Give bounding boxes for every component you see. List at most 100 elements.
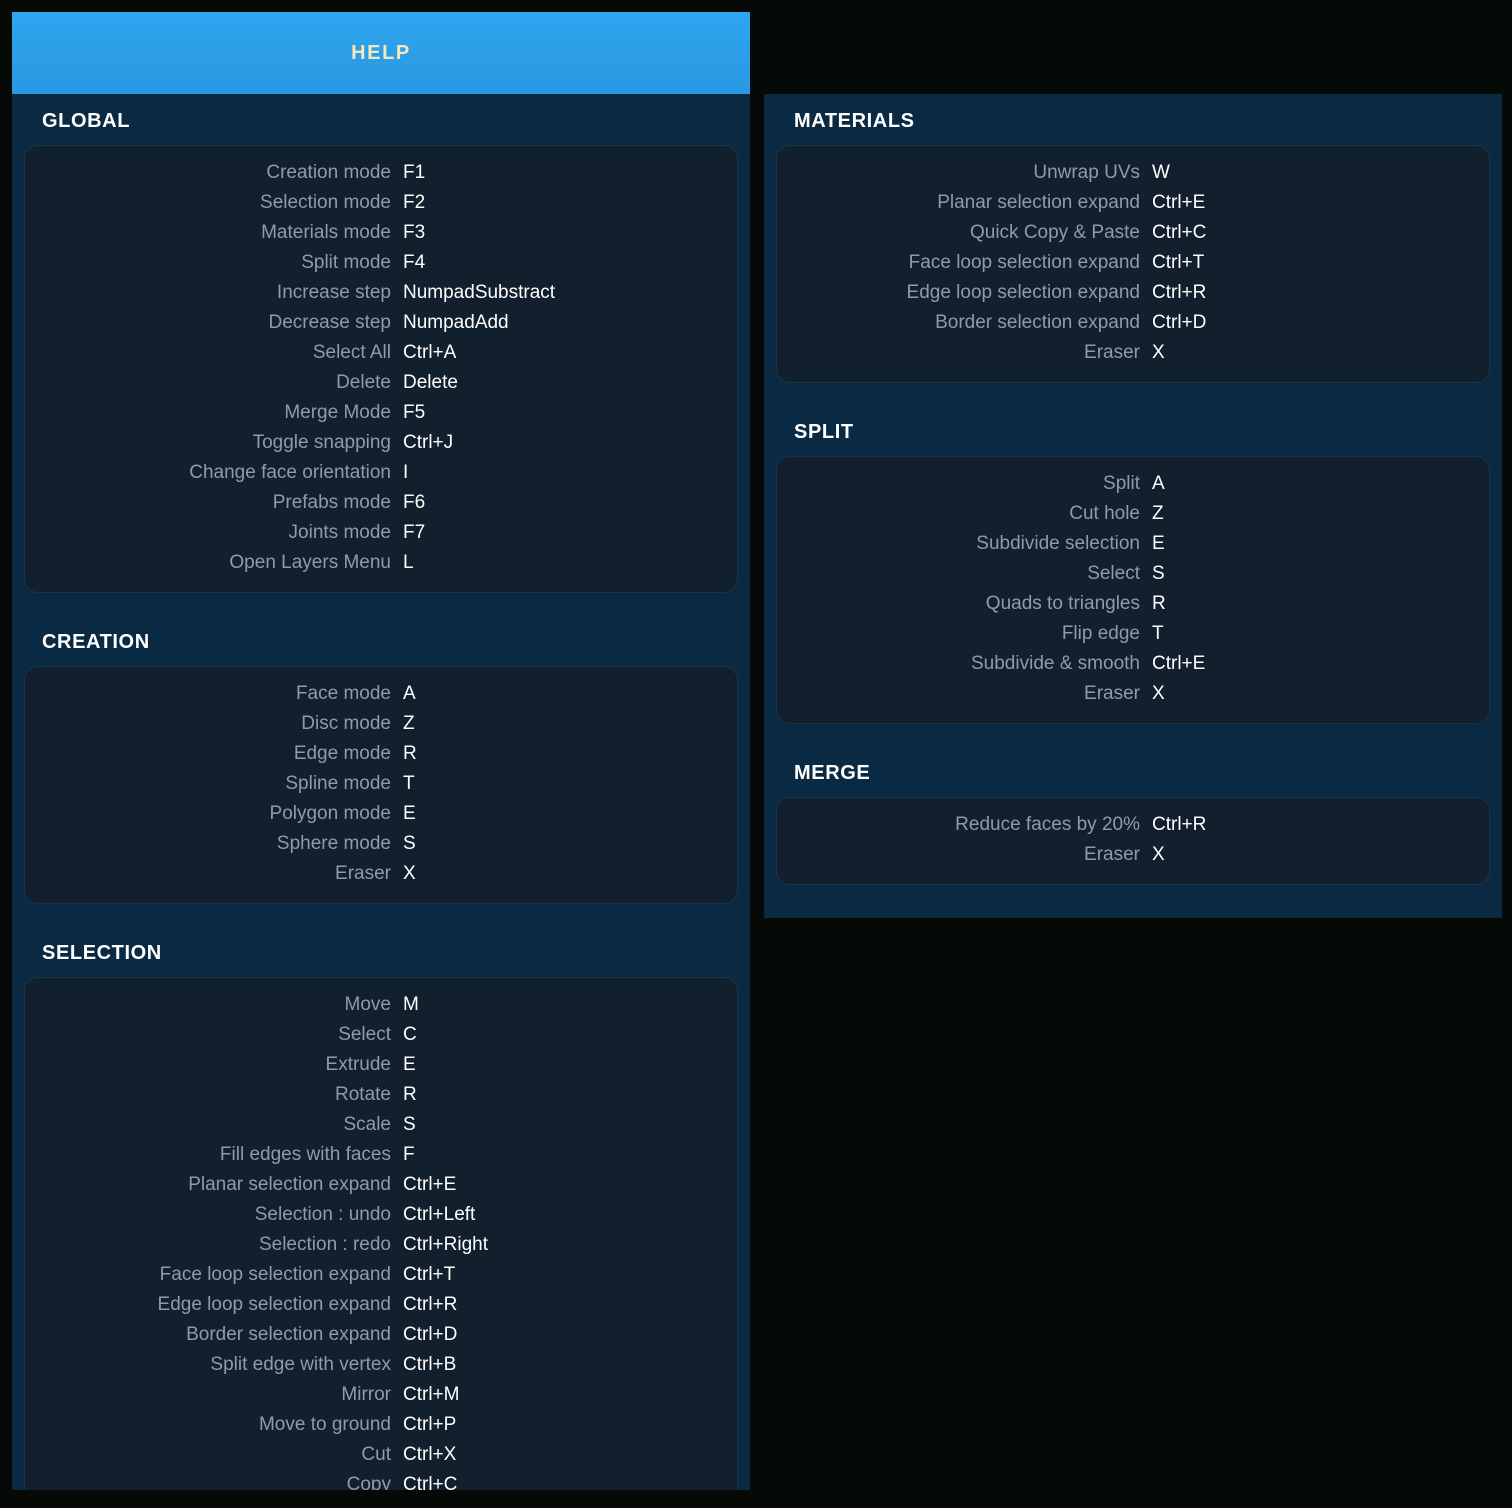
shortcut-action-label: Face mode (295, 683, 391, 704)
shortcut-key-binding: F3 (403, 222, 426, 243)
shortcut-card-merge: Reduce faces by 20% Ctrl+R Eraser X (776, 797, 1490, 885)
shortcut-key-binding: Ctrl+M (403, 1384, 460, 1405)
shortcut-action-label: Flip edge (1061, 623, 1140, 644)
section-title-split: SPLIT (794, 421, 854, 443)
shortcut-row: Delete Delete (25, 368, 737, 398)
shortcut-action-label: Sphere mode (276, 833, 391, 854)
shortcut-key-binding: T (1152, 623, 1164, 644)
shortcut-row: Border selection expand Ctrl+D (25, 1320, 737, 1350)
shortcut-action-label: Copy (346, 1474, 391, 1490)
shortcut-action-label: Eraser (1084, 683, 1140, 704)
shortcut-row: Subdivide & smooth Ctrl+E (777, 649, 1489, 679)
shortcut-action-label: Joints mode (288, 522, 391, 543)
shortcut-action-label: Split edge with vertex (210, 1354, 391, 1375)
shortcut-row: Merge Mode F5 (25, 398, 737, 428)
shortcut-row: Reduce faces by 20% Ctrl+R (777, 810, 1489, 840)
shortcut-action-label: Polygon mode (269, 803, 391, 824)
shortcut-key-binding: Ctrl+Left (403, 1204, 476, 1225)
shortcut-action-label: Cut (361, 1444, 391, 1465)
shortcut-key-binding: F6 (403, 492, 426, 513)
shortcut-row: Eraser X (25, 859, 737, 889)
shortcut-key-binding: Ctrl+R (403, 1294, 458, 1315)
help-title: HELP (351, 41, 411, 64)
section-title-global: GLOBAL (42, 110, 131, 132)
section-title-materials: MATERIALS (794, 110, 915, 132)
shortcut-row: Increase step NumpadSubstract (25, 278, 737, 308)
shortcut-row: Split mode F4 (25, 248, 737, 278)
shortcut-row: Planar selection expand Ctrl+E (777, 188, 1489, 218)
shortcut-row: Sphere mode S (25, 829, 737, 859)
shortcut-key-binding: X (1152, 683, 1165, 704)
shortcut-key-binding: F (403, 1144, 415, 1165)
shortcut-key-binding: Ctrl+C (1152, 222, 1207, 243)
shortcut-action-label: Toggle snapping (252, 432, 391, 453)
shortcut-row: Extrude E (25, 1050, 737, 1080)
shortcut-action-label: Materials mode (261, 222, 391, 243)
shortcut-row: Move M (25, 990, 737, 1020)
shortcut-row: Selection : redo Ctrl+Right (25, 1230, 737, 1260)
shortcut-action-label: Eraser (1084, 342, 1140, 363)
shortcut-row: Edge loop selection expand Ctrl+R (777, 278, 1489, 308)
shortcut-row: Disc mode Z (25, 709, 737, 739)
shortcut-key-binding: NumpadSubstract (403, 282, 556, 303)
shortcut-row: Face loop selection expand Ctrl+T (25, 1260, 737, 1290)
section-title-creation: CREATION (42, 631, 150, 653)
shortcut-row: Split edge with vertex Ctrl+B (25, 1350, 737, 1380)
shortcut-action-label: Mirror (341, 1384, 391, 1405)
shortcut-action-label: Move to ground (258, 1414, 391, 1435)
shortcut-row: Eraser X (777, 679, 1489, 709)
shortcut-key-binding: A (403, 683, 416, 704)
shortcut-action-label: Delete (336, 372, 391, 393)
shortcut-row: Materials mode F3 (25, 218, 737, 248)
shortcut-row: Rotate R (25, 1080, 737, 1110)
shortcut-action-label: Selection mode (260, 192, 391, 213)
shortcut-key-binding: Ctrl+E (403, 1174, 457, 1195)
shortcut-key-binding: Ctrl+P (403, 1414, 457, 1435)
shortcut-action-label: Face loop selection expand (159, 1264, 391, 1285)
shortcut-card-creation: Face mode A Disc mode Z Edge mode R Spline mod… (24, 666, 738, 904)
shortcut-action-label: Quick Copy & Paste (969, 222, 1140, 243)
shortcut-action-label: Quads to triangles (985, 593, 1140, 614)
section-title-prefab: PREFAB (776, 907, 1490, 918)
shortcut-key-binding: Ctrl+R (1152, 814, 1207, 835)
shortcut-key-binding: Ctrl+E (1152, 192, 1206, 213)
shortcut-key-binding: F2 (403, 192, 426, 213)
shortcut-action-label: Eraser (1084, 844, 1140, 865)
shortcut-key-binding: L (403, 552, 414, 573)
shortcut-key-binding: Ctrl+E (1152, 653, 1206, 674)
help-panel-left: HELP GLOBAL Creation mode F1 Selection mode… (12, 12, 750, 1490)
shortcut-row: Fill edges with faces F (25, 1140, 737, 1170)
shortcut-action-label: Planar selection expand (937, 192, 1140, 213)
shortcut-key-binding: F4 (403, 252, 426, 273)
shortcut-row: Edge loop selection expand Ctrl+R (25, 1290, 737, 1320)
shortcut-row: Subdivide selection E (777, 529, 1489, 559)
shortcut-row: Cut Ctrl+X (25, 1440, 737, 1470)
shortcut-row: Face mode A (25, 679, 737, 709)
shortcut-action-label: Change face orientation (189, 462, 391, 483)
help-panel-left-body: GLOBAL Creation mode F1 Selection mode F2 Mat… (12, 94, 750, 1490)
shortcut-key-binding: R (403, 1084, 417, 1105)
shortcut-action-label: Cut hole (1069, 503, 1140, 524)
shortcut-action-label: Select (338, 1024, 391, 1045)
shortcut-key-binding: F1 (403, 162, 426, 183)
shortcut-row: Joints mode F7 (25, 518, 737, 548)
shortcut-card-materials: Unwrap UVs W Planar selection expand Ctrl+E… (776, 145, 1490, 383)
shortcut-row: Eraser X (777, 840, 1489, 870)
section-title-selection: SELECTION (42, 942, 162, 964)
shortcut-row: Cut hole Z (777, 499, 1489, 529)
shortcut-row: Selection : undo Ctrl+Left (25, 1200, 737, 1230)
shortcut-action-label: Rotate (335, 1084, 391, 1105)
shortcut-key-binding: F7 (403, 522, 426, 543)
shortcut-row: Eraser X (777, 338, 1489, 368)
shortcut-action-label: Edge mode (293, 743, 391, 764)
shortcut-action-label: Fill edges with faces (219, 1144, 391, 1165)
shortcut-key-binding: C (403, 1024, 417, 1045)
shortcut-key-binding: Z (1152, 503, 1164, 524)
shortcut-action-label: Face loop selection expand (908, 252, 1140, 273)
shortcut-card-global: Creation mode F1 Selection mode F2 Materials… (24, 145, 738, 593)
shortcut-card-selection: Move M Select C Extrude E Rotate R Scale S Fill ed… (24, 977, 738, 1490)
shortcut-key-binding: Ctrl+J (403, 432, 454, 453)
